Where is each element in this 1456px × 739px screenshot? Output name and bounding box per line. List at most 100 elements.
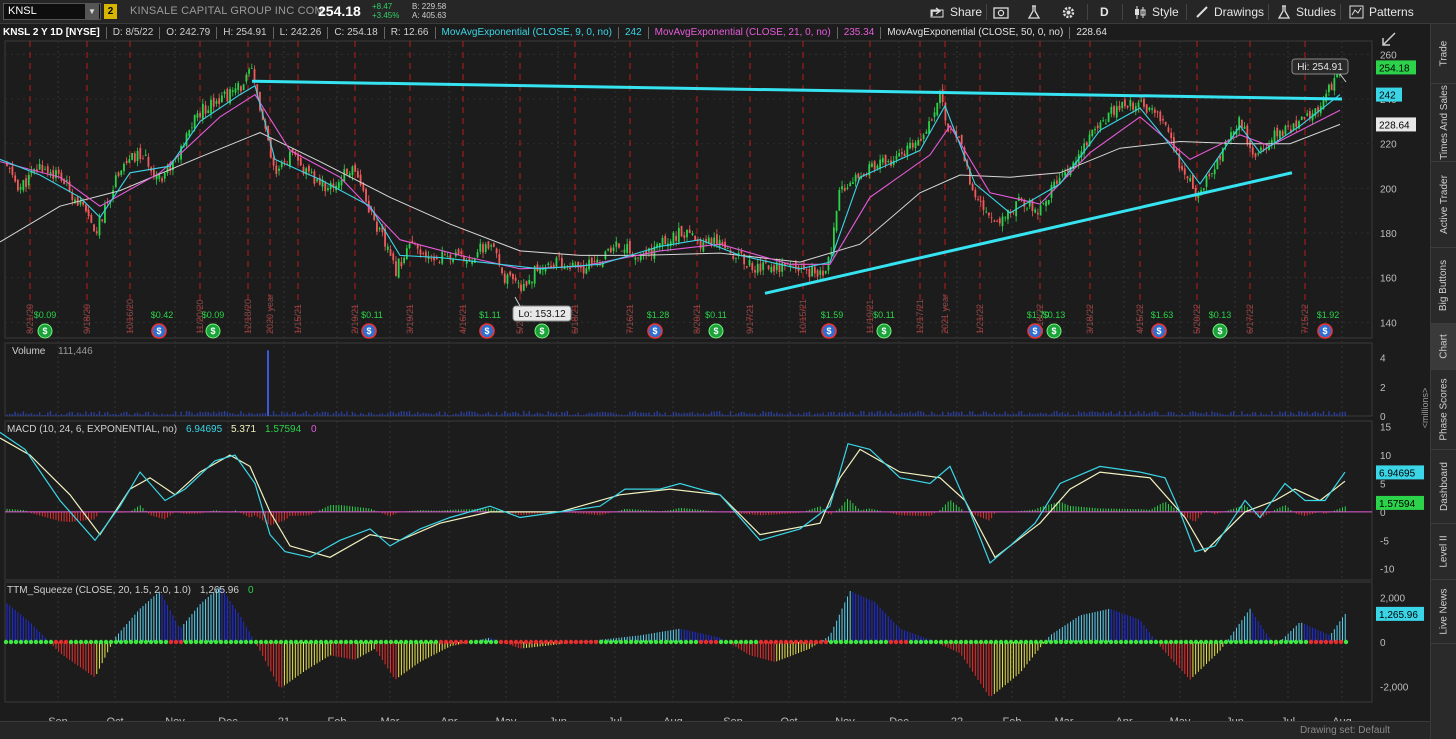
drawing-set-label[interactable]: Drawing set: Default bbox=[1300, 725, 1390, 736]
zoom-icon[interactable] bbox=[1382, 32, 1396, 46]
squeeze-dot bbox=[768, 639, 774, 645]
candle-body bbox=[242, 84, 245, 90]
volume-bar bbox=[1037, 413, 1039, 416]
squeeze-dot bbox=[618, 639, 624, 645]
squeeze-dot bbox=[1198, 639, 1204, 645]
squeeze-dot bbox=[1138, 639, 1144, 645]
candle-body bbox=[615, 241, 618, 247]
volume-bar bbox=[550, 412, 552, 416]
volume-bar bbox=[634, 410, 637, 416]
candle-body bbox=[857, 173, 860, 179]
volume-bar bbox=[607, 412, 609, 416]
squeeze-dot bbox=[973, 639, 979, 645]
volume-bar bbox=[1148, 412, 1151, 416]
volume-bar bbox=[147, 411, 150, 416]
aggregation-button[interactable]: D bbox=[1100, 3, 1109, 21]
candle-body bbox=[873, 161, 876, 170]
squeeze-dot bbox=[978, 639, 984, 645]
candle-body bbox=[612, 247, 615, 252]
candle-body bbox=[813, 266, 816, 274]
squeeze-dot bbox=[628, 639, 634, 645]
volume-bar bbox=[1284, 411, 1287, 416]
drawings-button[interactable]: Drawings bbox=[1195, 3, 1264, 21]
tab-dashboard[interactable]: Dashboard bbox=[1431, 450, 1456, 524]
share-button[interactable]: Share bbox=[930, 3, 982, 21]
candle-body bbox=[356, 170, 359, 178]
studies-button[interactable]: Studies bbox=[1277, 3, 1336, 21]
candle-body bbox=[188, 130, 191, 136]
flask-button[interactable] bbox=[1027, 3, 1041, 21]
volume-bar bbox=[52, 414, 54, 416]
squeeze-dot bbox=[338, 639, 344, 645]
candle-body bbox=[620, 250, 623, 252]
squeeze-dot bbox=[153, 639, 159, 645]
earnings-date-label: 4/16/21 bbox=[458, 304, 468, 334]
volume-bar bbox=[376, 414, 378, 416]
tab-live-news[interactable]: Live News bbox=[1431, 580, 1456, 644]
squeeze-dot bbox=[123, 639, 129, 645]
volume-bar bbox=[686, 413, 688, 416]
tab-trade[interactable]: Trade bbox=[1431, 24, 1456, 84]
tab-phase-scores[interactable]: Phase Scores bbox=[1431, 370, 1456, 450]
squeeze-dot bbox=[1273, 639, 1279, 645]
candle-body bbox=[275, 165, 278, 174]
volume-bar bbox=[30, 413, 33, 416]
chart-canvas[interactable]: 8/21/20 9/18/20 10/16/20 11/20/20 12/18/20 20… bbox=[0, 21, 1430, 721]
candle-body bbox=[1153, 109, 1156, 113]
volume-bar bbox=[653, 412, 656, 416]
tab-big-buttons[interactable]: Big Buttons bbox=[1431, 248, 1456, 324]
snapshot-button[interactable] bbox=[993, 3, 1009, 21]
candle-body bbox=[748, 259, 751, 266]
volume-bar bbox=[495, 412, 498, 416]
candle-body bbox=[732, 255, 735, 259]
volume-bar bbox=[610, 412, 612, 416]
tab-times-and-sales[interactable]: Times And Sales bbox=[1431, 84, 1456, 162]
volume-bar bbox=[264, 413, 267, 416]
volume-bar bbox=[1279, 411, 1281, 416]
volume-bar bbox=[898, 413, 900, 416]
candle-body bbox=[438, 262, 441, 264]
candle-body bbox=[751, 263, 754, 271]
squeeze-dot bbox=[1053, 639, 1059, 645]
share-icon bbox=[930, 7, 944, 18]
volume-bar bbox=[1186, 415, 1189, 416]
candle-body bbox=[716, 234, 718, 245]
volume-bar bbox=[1143, 411, 1145, 416]
tab-chart[interactable]: Chart bbox=[1431, 324, 1456, 370]
volume-bar bbox=[762, 411, 764, 416]
earnings-date-label: 2021 year bbox=[940, 294, 950, 334]
candle-body bbox=[887, 161, 890, 163]
volume-bar bbox=[253, 414, 256, 416]
volume-bar bbox=[452, 414, 454, 416]
candle-body bbox=[985, 211, 988, 213]
patterns-button[interactable]: Patterns bbox=[1349, 3, 1414, 21]
volume-bar bbox=[844, 411, 846, 416]
settings-button[interactable] bbox=[1061, 3, 1076, 21]
candle-body bbox=[1162, 119, 1164, 121]
volume-bar bbox=[275, 414, 277, 416]
style-button[interactable]: Style bbox=[1133, 3, 1179, 21]
candle-body bbox=[881, 158, 884, 163]
candle-body bbox=[1167, 127, 1170, 132]
volume-bar bbox=[990, 414, 993, 416]
link-group-badge[interactable]: 2 bbox=[104, 4, 117, 19]
volume-bar bbox=[718, 411, 721, 416]
candle-body bbox=[57, 169, 60, 174]
candle-body bbox=[585, 268, 588, 274]
volume-bar bbox=[833, 411, 835, 416]
squeeze-dot bbox=[358, 639, 364, 645]
volume-bar bbox=[1260, 412, 1262, 416]
tab-level-ii[interactable]: Level II bbox=[1431, 524, 1456, 580]
squeeze-dot bbox=[1278, 639, 1284, 645]
squeeze-dot bbox=[78, 639, 84, 645]
tab-active-trader[interactable]: Active Trader bbox=[1431, 162, 1456, 248]
candle-body bbox=[444, 254, 446, 256]
volume-bar bbox=[895, 414, 898, 416]
symbol-dropdown-icon[interactable]: ▼ bbox=[85, 4, 99, 19]
volume-bar bbox=[795, 414, 797, 416]
earnings-date-label: 2020 year bbox=[265, 294, 275, 334]
volume-bar bbox=[637, 412, 639, 416]
volume-bar bbox=[120, 413, 122, 416]
candle-body bbox=[925, 131, 928, 134]
squeeze-dot bbox=[1158, 639, 1164, 645]
